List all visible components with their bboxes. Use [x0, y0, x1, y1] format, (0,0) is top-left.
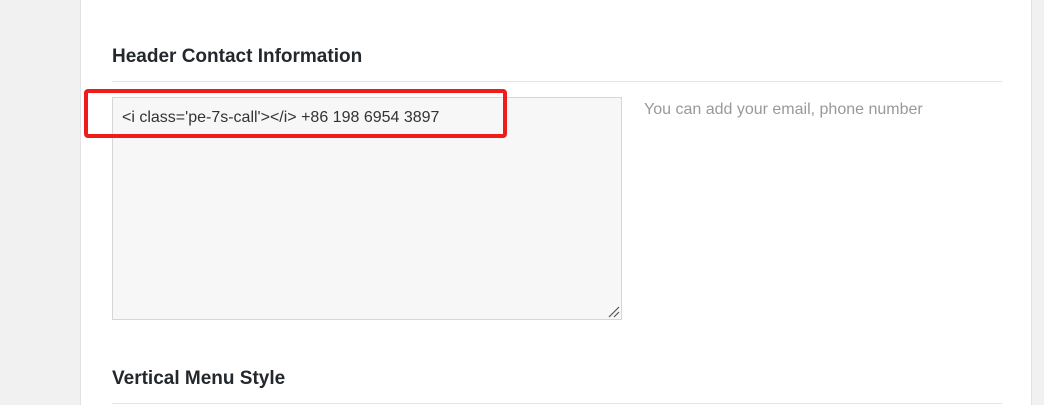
section-divider — [112, 81, 1002, 82]
section-title-header-contact: Header Contact Information — [112, 46, 363, 67]
header-contact-description: You can add your email, phone number — [644, 101, 923, 118]
resize-grip-icon[interactable] — [606, 304, 620, 318]
section-title-vertical-menu: Vertical Menu Style — [112, 368, 286, 389]
header-contact-textarea[interactable] — [112, 97, 622, 320]
section-divider — [112, 403, 1002, 404]
settings-panel: Header Contact Information You can add y… — [80, 0, 1032, 405]
